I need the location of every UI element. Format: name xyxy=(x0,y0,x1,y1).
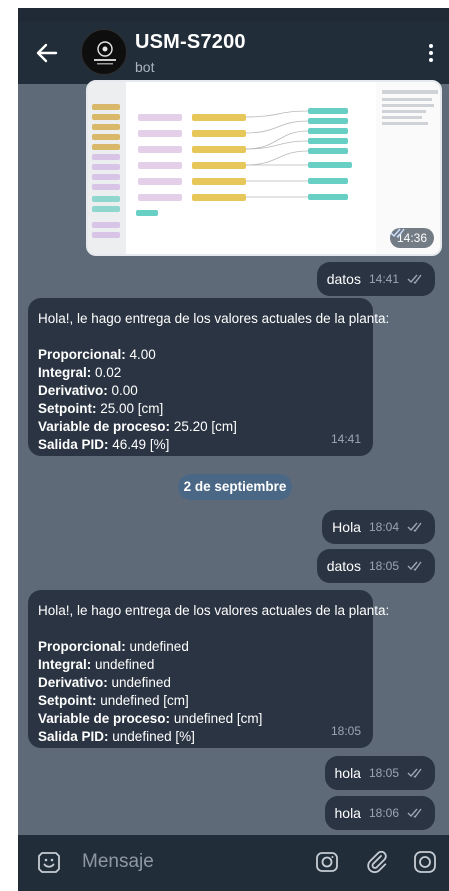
value-row: Setpoint: 25.00 [cm] xyxy=(38,401,164,416)
message-intro: Hola!, le hago entrega de los valores ac… xyxy=(38,311,390,326)
value-row: Integral: 0.02 xyxy=(38,365,122,380)
paperclip-icon[interactable] xyxy=(364,849,390,875)
image-message[interactable]: 14:36 xyxy=(86,80,442,256)
value-row: Salida PID: undefined [%] xyxy=(38,729,195,744)
value-row: Derivativo: 0.00 xyxy=(38,383,138,398)
value-row: Salida PID: 46.49 [%] xyxy=(38,437,170,452)
avatar[interactable] xyxy=(81,29,127,75)
image-timestamp: 14:36 xyxy=(389,228,434,248)
message-time: 14:41 xyxy=(330,432,361,446)
message-time: 14:41 xyxy=(368,272,399,286)
message-text: hola xyxy=(334,765,361,781)
outgoing-message[interactable]: datos 18:05 xyxy=(316,549,435,583)
message-time: 18:05 xyxy=(368,766,399,780)
incoming-message[interactable]: Hola!, le hago entrega de los valores ac… xyxy=(28,590,390,748)
value-row: Setpoint: undefined [cm] xyxy=(38,693,189,708)
message-input-bar: Mensaje xyxy=(18,835,449,891)
value-row: Integral: undefined xyxy=(38,657,155,672)
double-check-icon xyxy=(407,274,422,284)
double-check-icon xyxy=(407,768,422,778)
chat-title[interactable]: USM-S7200 xyxy=(135,31,246,54)
date-separator: 2 de septiembre xyxy=(178,474,292,500)
message-text: datos xyxy=(326,558,361,574)
flow-screenshot-image xyxy=(88,82,440,254)
record-icon[interactable] xyxy=(412,849,438,875)
message-text: datos xyxy=(326,271,361,287)
double-check-icon xyxy=(407,522,422,532)
camera-icon[interactable] xyxy=(314,849,340,875)
chat-subtitle: bot xyxy=(135,59,155,75)
outgoing-message[interactable]: datos 14:41 xyxy=(316,262,435,296)
back-arrow-icon[interactable] xyxy=(34,40,60,66)
value-row: Proporcional: 4.00 xyxy=(38,347,156,362)
double-check-icon xyxy=(407,561,422,571)
message-input[interactable]: Mensaje xyxy=(82,851,154,873)
message-intro: Hola!, le hago entrega de los valores ac… xyxy=(38,603,390,618)
value-row: Proporcional: undefined xyxy=(38,639,189,654)
message-text: Hola xyxy=(332,519,361,535)
outgoing-message[interactable]: hola 18:05 xyxy=(324,756,435,790)
message-time: 18:06 xyxy=(368,806,399,820)
more-vertical-icon[interactable] xyxy=(427,44,435,64)
incoming-message[interactable]: Hola!, le hago entrega de los valores ac… xyxy=(28,298,390,456)
double-check-icon xyxy=(407,808,422,818)
chat-header: USM-S7200 bot xyxy=(18,22,449,84)
value-row: Derivativo: undefined xyxy=(38,675,171,690)
message-time: 18:05 xyxy=(368,559,399,573)
outgoing-message[interactable]: hola 18:06 xyxy=(324,796,435,830)
message-text: hola xyxy=(334,805,361,821)
message-time: 18:04 xyxy=(368,520,399,534)
telegram-chat-screen: USM-S7200 bot 14:36 datos 14:41 Hola!, l… xyxy=(18,8,449,891)
outgoing-message[interactable]: Hola 18:04 xyxy=(322,510,435,544)
emoji-icon[interactable] xyxy=(36,849,62,875)
double-check-icon xyxy=(390,228,405,238)
value-row: Variable de proceso: 25.20 [cm] xyxy=(38,419,237,434)
value-row: Variable de proceso: undefined [cm] xyxy=(38,711,263,726)
message-time: 18:05 xyxy=(330,724,361,738)
